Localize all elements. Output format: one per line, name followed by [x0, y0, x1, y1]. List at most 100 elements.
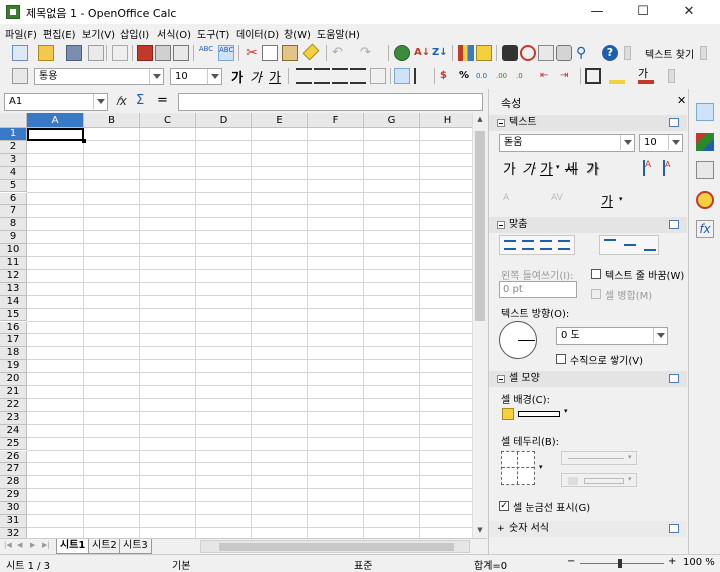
sidebar-bold-button[interactable]: 가: [503, 159, 516, 179]
scroll-thumb[interactable]: [219, 543, 454, 551]
scroll-up-icon[interactable]: ▲: [474, 115, 486, 125]
data-sources-icon[interactable]: [556, 45, 572, 61]
character-spacing-icon[interactable]: AV: [551, 193, 567, 209]
selection-mode[interactable]: 표준: [354, 557, 372, 572]
function-wizard-icon[interactable]: 𝑓x: [116, 94, 127, 109]
italic-button[interactable]: 가: [250, 67, 262, 86]
formula-input[interactable]: [178, 93, 483, 111]
column-header-g[interactable]: G: [364, 113, 420, 128]
row-header-23[interactable]: 23: [0, 411, 27, 425]
shadow-button[interactable]: 가: [586, 159, 599, 179]
sheet-tab-3[interactable]: 시트3: [119, 539, 152, 554]
row-header-12[interactable]: 12: [0, 269, 27, 283]
row-header-6[interactable]: 6: [0, 192, 27, 206]
column-header-h[interactable]: H: [420, 113, 476, 128]
number-format-section-header[interactable]: + 숫자 서식: [489, 521, 687, 537]
row-header-15[interactable]: 15: [0, 308, 27, 322]
zoom-level[interactable]: 100 %: [683, 557, 715, 568]
menu-view[interactable]: 보기(V): [82, 26, 115, 41]
wrap-text-checkbox[interactable]: [591, 269, 601, 279]
toolbar-overflow-icon[interactable]: [668, 69, 675, 83]
sheet-tab-2[interactable]: 시트2: [88, 539, 121, 554]
align-center-icon[interactable]: [314, 68, 330, 84]
chevron-down-icon[interactable]: ▾: [628, 453, 632, 461]
font-color-icon[interactable]: 가: [638, 68, 654, 84]
navigator-icon[interactable]: [520, 45, 536, 61]
stack-vertically-checkbox[interactable]: [556, 354, 566, 364]
alignment-section-header[interactable]: 맞춤: [489, 217, 687, 233]
zoom-in-icon[interactable]: +: [668, 556, 676, 567]
strikethrough-button[interactable]: 세: [565, 159, 578, 179]
chevron-down-icon[interactable]: [620, 135, 634, 150]
more-options-icon[interactable]: [669, 524, 679, 533]
row-header-17[interactable]: 17: [0, 334, 27, 348]
add-decimal-icon[interactable]: .00: [496, 68, 512, 84]
align-left-icon[interactable]: [504, 240, 516, 250]
underline-button[interactable]: 가: [269, 67, 281, 86]
row-header-8[interactable]: 8: [0, 218, 27, 232]
row-header-3[interactable]: 3: [0, 153, 27, 167]
chevron-down-icon[interactable]: [653, 328, 667, 343]
more-options-icon[interactable]: [669, 374, 679, 383]
row-header-16[interactable]: 16: [0, 321, 27, 335]
indent-spinner[interactable]: 0 pt: [499, 281, 577, 298]
column-header-a[interactable]: A: [27, 113, 84, 128]
navigator-deck-icon[interactable]: [696, 191, 714, 209]
row-header-9[interactable]: 9: [0, 231, 27, 245]
minimize-button[interactable]: —: [574, 0, 620, 24]
sidebar-font-name[interactable]: 돋움: [499, 134, 635, 152]
sidebar-font-size[interactable]: 10: [639, 134, 683, 152]
vertical-scrollbar[interactable]: ▲ ▼: [472, 113, 487, 538]
align-right-icon[interactable]: [540, 240, 552, 250]
select-all-corner[interactable]: [0, 113, 27, 128]
cell-style-combo[interactable]: 통용: [34, 68, 164, 85]
align-top-icon[interactable]: [604, 239, 616, 241]
row-header-26[interactable]: 26: [0, 450, 27, 464]
edit-file-icon[interactable]: [112, 45, 128, 61]
row-header-30[interactable]: 30: [0, 502, 27, 515]
print-preview-icon[interactable]: [173, 45, 189, 61]
menu-edit[interactable]: 편집(E): [43, 26, 76, 41]
styles-deck-icon[interactable]: [696, 133, 714, 151]
row-header-13[interactable]: 13: [0, 282, 27, 296]
row-header-4[interactable]: 4: [0, 166, 27, 180]
sum-icon[interactable]: Σ: [136, 93, 144, 108]
standard-format-icon[interactable]: 0.0: [476, 68, 492, 84]
increase-indent-icon[interactable]: ⇥: [560, 68, 576, 84]
currency-format-icon[interactable]: $: [440, 68, 456, 84]
scroll-thumb[interactable]: [475, 131, 485, 321]
new-document-icon[interactable]: [12, 45, 28, 61]
justify-icon[interactable]: [350, 68, 366, 84]
menu-help[interactable]: 도움말(H): [317, 26, 360, 41]
page-style[interactable]: 기본: [172, 557, 190, 572]
menu-tools[interactable]: 도구(T): [197, 26, 229, 41]
menu-insert[interactable]: 삽입(I): [120, 26, 149, 41]
row-header-19[interactable]: 19: [0, 360, 27, 374]
sort-ascending-icon[interactable]: A↓: [414, 45, 430, 61]
row-header-18[interactable]: 18: [0, 347, 27, 361]
horizontal-align-group[interactable]: [499, 235, 575, 255]
align-right-icon[interactable]: [332, 68, 348, 84]
align-center-icon[interactable]: [522, 240, 534, 250]
justify-icon[interactable]: [558, 240, 570, 250]
horizontal-scrollbar[interactable]: [200, 540, 470, 553]
print-icon[interactable]: [155, 45, 171, 61]
cell-appearance-section-header[interactable]: 셀 모양: [489, 371, 687, 387]
functions-deck-icon[interactable]: fx: [696, 220, 714, 238]
sheet-tab-1[interactable]: 시트1: [56, 539, 90, 554]
properties-deck-icon[interactable]: [696, 103, 714, 121]
styles-formatting-icon[interactable]: [12, 68, 28, 84]
find-replace-icon[interactable]: [502, 45, 518, 61]
row-header-21[interactable]: 21: [0, 386, 27, 399]
chevron-down-icon[interactable]: ▾: [556, 163, 560, 171]
vertical-align-icon[interactable]: [414, 68, 430, 84]
export-pdf-icon[interactable]: [137, 45, 153, 61]
gallery-deck-icon[interactable]: [696, 161, 714, 179]
chevron-down-icon[interactable]: [149, 69, 163, 84]
wrap-text-icon[interactable]: [394, 68, 410, 84]
chevron-down-icon[interactable]: [668, 135, 682, 150]
copy-icon[interactable]: [262, 45, 278, 61]
fill-handle[interactable]: [82, 139, 86, 143]
text-section-header[interactable]: 텍스트: [489, 115, 687, 131]
column-header-d[interactable]: D: [196, 113, 252, 128]
